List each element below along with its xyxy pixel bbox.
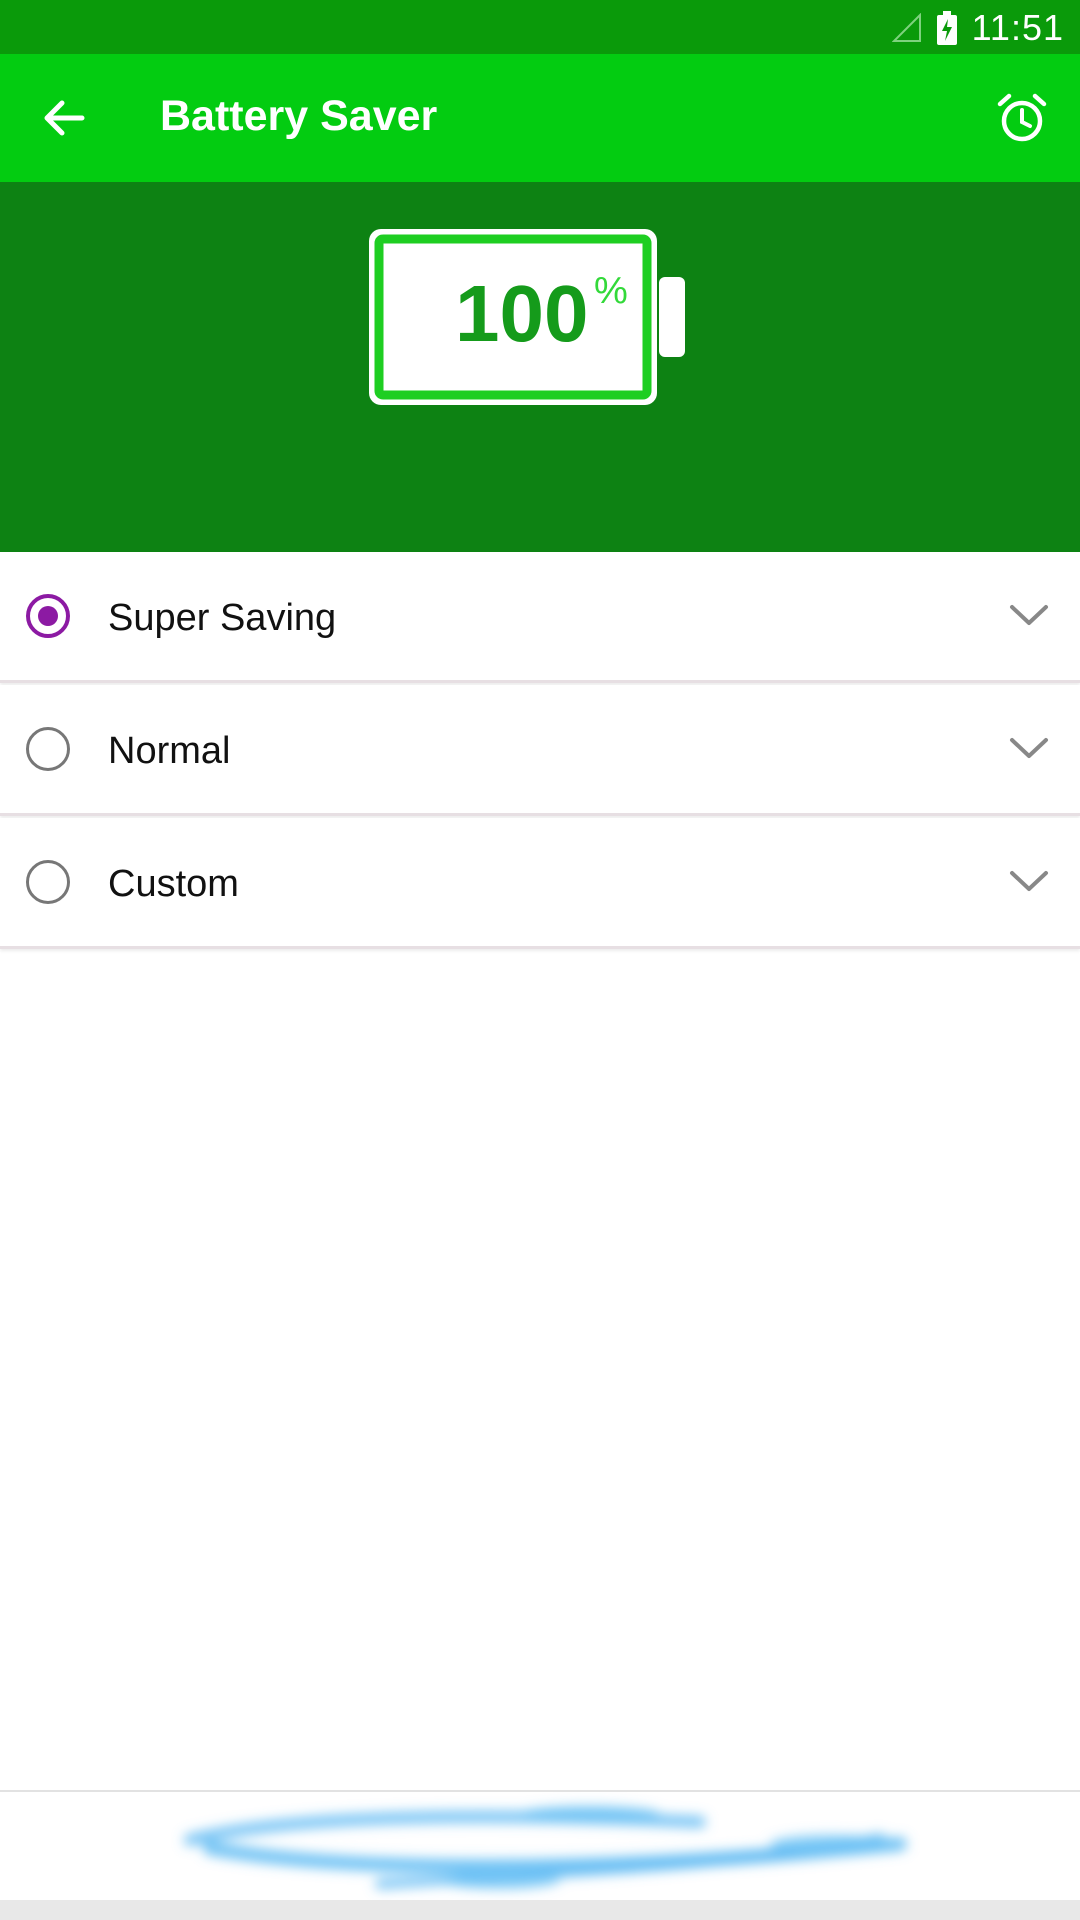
alarm-clock-icon — [997, 93, 1047, 142]
chevron-down-icon[interactable] — [1006, 858, 1052, 904]
status-time: 11:51 — [971, 7, 1064, 48]
back-button[interactable] — [30, 84, 98, 152]
option-label: Custom — [108, 863, 239, 905]
battery-charging-icon — [936, 11, 957, 45]
radio-normal[interactable] — [26, 727, 70, 771]
back-arrow-icon — [44, 100, 85, 136]
status-bar: 11:51 — [0, 0, 1080, 54]
option-normal[interactable]: Normal — [0, 685, 1080, 816]
status-icons: 11:51 — [891, 6, 1064, 50]
page-title: Battery Saver — [160, 92, 438, 140]
schedule-alarm-button[interactable] — [986, 82, 1058, 154]
signal-icon — [891, 13, 921, 42]
radio-super-saving[interactable] — [26, 594, 70, 638]
bottom-banner — [0, 1790, 1080, 1902]
navigation-bar-strip — [0, 1900, 1080, 1920]
saving-mode-list: Super Saving Normal Custom — [0, 552, 1080, 951]
radio-custom[interactable] — [26, 860, 70, 904]
chevron-down-icon[interactable] — [1006, 725, 1052, 771]
option-label: Super Saving — [108, 597, 337, 639]
battery-status-panel: 100 % — [0, 182, 1080, 552]
swirl-loading-graphic — [184, 1806, 907, 1889]
option-label: Normal — [108, 730, 231, 772]
chevron-down-icon[interactable] — [1006, 592, 1052, 638]
percent-sign: % — [594, 270, 628, 312]
battery-percentage: 100 — [455, 269, 589, 358]
option-custom[interactable]: Custom — [0, 818, 1080, 949]
app-bar: Battery Saver — [0, 54, 1080, 182]
option-super-saving[interactable]: Super Saving — [0, 552, 1080, 683]
